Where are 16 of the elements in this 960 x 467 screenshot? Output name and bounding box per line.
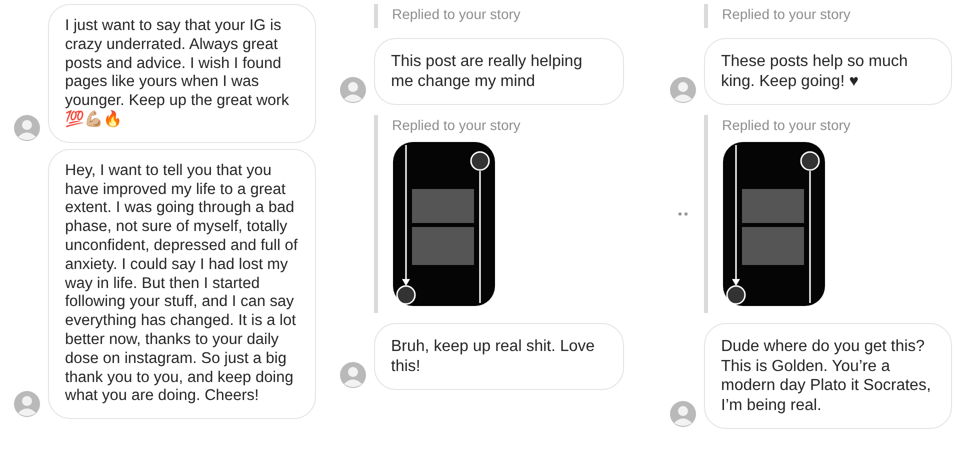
avatar-icon <box>14 114 40 141</box>
avatar-icon <box>14 391 40 418</box>
message-bubble: This post are really helping me change my mind <box>374 38 624 105</box>
avatar-icon <box>340 77 366 103</box>
message-bubble: These posts help so much king. Keep going! ♥ <box>704 38 952 105</box>
reply-label: Replied to your story <box>722 117 850 133</box>
reply-label: Replied to your story <box>392 6 520 22</box>
message-bubble: Dude where do you get this? This is Golden. You’re a modern day Plato it Socrates, I’m being real. <box>704 323 952 429</box>
avatar-icon <box>670 401 696 427</box>
reply-label: Replied to your story <box>722 6 850 22</box>
message-bubble: I just want to say that your IG is crazy underrated. Always great posts and advice. I wish I found pages like yours when I was younger. Keep up the great work 💯💪🏼🔥 <box>48 4 316 143</box>
avatar-icon <box>670 77 696 103</box>
avatar-icon <box>340 362 366 388</box>
message-bubble: Bruh, keep up real shit. Love this! <box>374 323 624 390</box>
reply-label: Replied to your story <box>392 117 520 133</box>
message-bubble: Hey, I want to tell you that you have improved my life to a great extent. I was going through a bad phase, not sure of myself, totally unconfident, depressed and full of anxiety. I could say I had lost my way in life. But then I started following your stuff, and I can say everything has changed. It is a lot better now, thanks to your daily dose on instagram. So just a big thank you to you, and keep doing what you are doing. Cheers! <box>48 148 316 420</box>
